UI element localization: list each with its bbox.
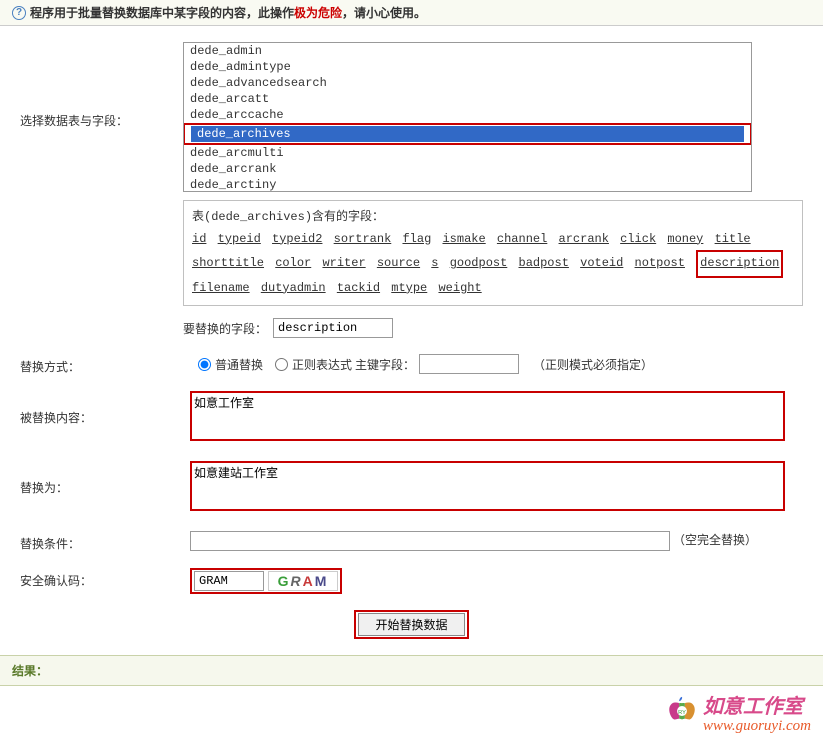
regex-note: （正则模式必须指定） — [533, 356, 653, 373]
field-replace-label: 要替换的字段： — [183, 320, 267, 337]
field-link[interactable]: shorttitle — [192, 256, 264, 270]
label-source: 被替换内容： — [20, 391, 190, 426]
label-select-table: 选择数据表与字段： — [20, 42, 183, 129]
table-option[interactable]: dede_admin — [184, 43, 751, 59]
table-listbox[interactable]: dede_admindede_admintypedede_advancedsea… — [183, 42, 752, 192]
field-link[interactable]: writer — [322, 256, 365, 270]
warning-text: 程序用于批量替换数据库中某字段的内容，此操作极为危险，请小心使用。 — [30, 4, 426, 21]
fields-title: 表(dede_archives)含有的字段： — [192, 207, 794, 229]
field-link[interactable]: id — [192, 232, 206, 246]
target-textarea[interactable] — [190, 461, 785, 511]
footer-brand: RY 如意工作室 www.guoruyi.com — [0, 686, 823, 744]
field-link[interactable]: arcrank — [559, 232, 609, 246]
field-link[interactable]: color — [275, 256, 311, 270]
field-link[interactable]: dutyadmin — [261, 281, 326, 295]
field-link[interactable]: flag — [402, 232, 431, 246]
field-name-input[interactable] — [273, 318, 393, 338]
help-icon: ? — [12, 6, 26, 20]
result-bar: 结果： — [0, 655, 823, 686]
field-link[interactable]: description — [700, 256, 779, 270]
brand-name: 如意工作室 — [703, 696, 811, 718]
field-link[interactable]: channel — [497, 232, 547, 246]
field-link[interactable]: goodpost — [450, 256, 508, 270]
field-link[interactable]: weight — [438, 281, 481, 295]
apple-logo-icon: RY — [665, 694, 699, 736]
field-link[interactable]: sortrank — [334, 232, 392, 246]
label-captcha: 安全确认码： — [20, 568, 190, 589]
table-option[interactable]: dede_arccache — [184, 107, 751, 123]
field-link[interactable]: money — [667, 232, 703, 246]
submit-button[interactable]: 开始替换数据 — [358, 613, 464, 636]
label-replace-mode: 替换方式： — [20, 354, 190, 375]
table-option[interactable]: dede_archives — [191, 126, 744, 142]
radio-regex[interactable] — [275, 358, 288, 371]
fields-box: 表(dede_archives)含有的字段： id typeid typeid2… — [183, 200, 803, 306]
field-links: id typeid typeid2 sortrank flag ismake c… — [192, 229, 794, 300]
condition-input[interactable] — [190, 531, 670, 551]
label-target: 替换为： — [20, 461, 190, 496]
field-link[interactable]: s — [431, 256, 438, 270]
field-link[interactable]: source — [377, 256, 420, 270]
field-link[interactable]: click — [620, 232, 656, 246]
radio-normal[interactable] — [198, 358, 211, 371]
captcha-input[interactable] — [194, 571, 264, 591]
field-link[interactable]: tackid — [337, 281, 380, 295]
source-textarea[interactable] — [190, 391, 785, 441]
table-option[interactable]: dede_arcmulti — [184, 145, 751, 161]
field-link[interactable]: typeid — [218, 232, 261, 246]
brand-url: www.guoruyi.com — [703, 718, 811, 735]
field-link[interactable]: mtype — [391, 281, 427, 295]
condition-hint: （空完全替换） — [673, 533, 757, 547]
table-option[interactable]: dede_admintype — [184, 59, 751, 75]
field-link[interactable]: typeid2 — [272, 232, 322, 246]
table-option[interactable]: dede_arcatt — [184, 91, 751, 107]
table-option[interactable]: dede_advancedsearch — [184, 75, 751, 91]
main-form: 选择数据表与字段： dede_admindede_admintypedede_a… — [0, 26, 823, 655]
field-link[interactable]: filename — [192, 281, 250, 295]
radio-regex-label: 正则表达式 主键字段： — [292, 356, 415, 373]
captcha-image[interactable]: GRAM — [268, 571, 338, 591]
table-option[interactable]: dede_arctiny — [184, 177, 751, 192]
field-link[interactable]: notpost — [635, 256, 685, 270]
field-link[interactable]: badpost — [519, 256, 569, 270]
key-field-input[interactable] — [419, 354, 519, 374]
label-condition: 替换条件： — [20, 531, 190, 552]
table-option[interactable]: dede_arcrank — [184, 161, 751, 177]
field-link[interactable]: ismake — [442, 232, 485, 246]
radio-normal-label: 普通替换 — [215, 356, 263, 373]
svg-text:RY: RY — [678, 710, 686, 716]
field-link[interactable]: voteid — [580, 256, 623, 270]
warning-bar: ? 程序用于批量替换数据库中某字段的内容，此操作极为危险，请小心使用。 — [0, 0, 823, 26]
field-link[interactable]: title — [715, 232, 751, 246]
